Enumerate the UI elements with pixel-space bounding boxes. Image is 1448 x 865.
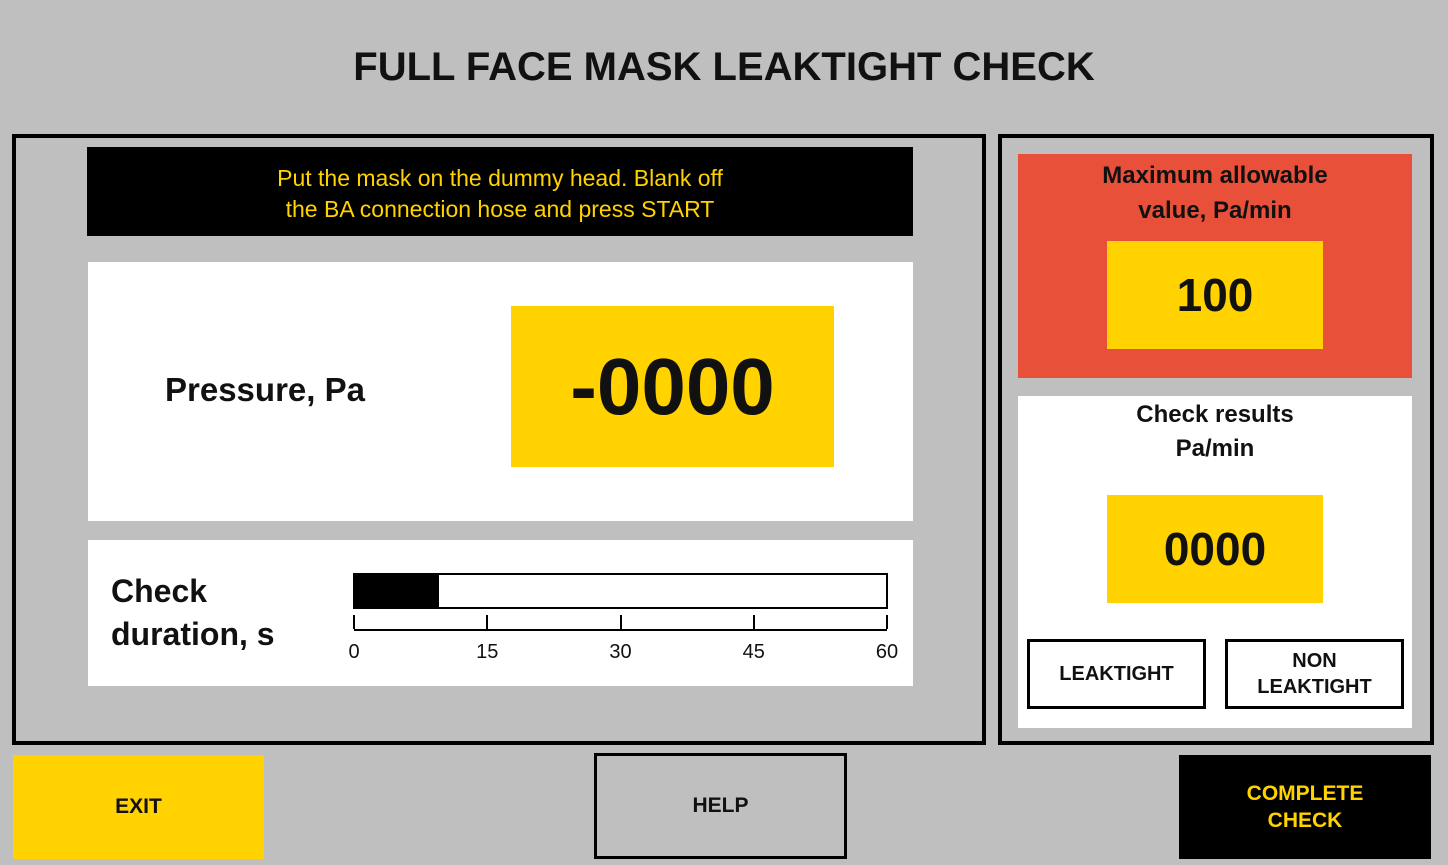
check-results-label-line-1: Check results [1136, 401, 1294, 428]
scale-tick-label: 15 [476, 641, 499, 663]
complete-check-label-line-1: COMPLETE [1246, 782, 1364, 805]
instruction-line-1: Put the mask on the dummy head. Blank of… [277, 165, 723, 191]
max-allowable-label: Maximum allowable value, Pa/min [1018, 158, 1412, 228]
non-leaktight-label-line-2: LEAKTIGHT [1257, 676, 1372, 698]
duration-display [88, 540, 913, 686]
scale-tick [619, 615, 622, 629]
scale-tick-label: 0 [348, 641, 360, 663]
scale-tick [886, 615, 888, 629]
scale-tick [752, 615, 755, 629]
scale-tick [353, 615, 355, 629]
scale-tick-label: 30 [609, 641, 632, 663]
duration-progress-bar [353, 573, 888, 609]
max-allowable-label-line-1: Maximum allowable [1102, 162, 1328, 189]
check-results-label-line-2: Pa/min [1175, 435, 1255, 462]
non-leaktight-button[interactable]: NON LEAKTIGHT [1225, 639, 1404, 709]
instruction-line-2: the BA connection hose and press START [285, 196, 715, 222]
leaktight-button[interactable]: LEAKTIGHT [1027, 639, 1206, 709]
max-allowable-value: 100 [1107, 241, 1323, 349]
non-leaktight-label-line-1: NON [1292, 650, 1337, 672]
scale-tick-label: 45 [742, 641, 765, 663]
pressure-label: Pressure, Pa [165, 371, 365, 408]
instruction-banner: Put the mask on the dummy head. Blank of… [87, 147, 913, 236]
duration-label-line-1: Check [111, 573, 208, 609]
complete-check-button[interactable]: COMPLETE CHECK [1179, 755, 1431, 859]
exit-button[interactable]: EXIT [13, 755, 264, 859]
complete-check-label-line-2: CHECK [1267, 809, 1343, 832]
max-allowable-label-line-2: value, Pa/min [1138, 197, 1292, 224]
duration-progress-fill [355, 575, 440, 607]
duration-label-line-2: duration, s [111, 616, 275, 652]
scale-tick [486, 615, 489, 629]
check-results-value: 0000 [1107, 495, 1323, 603]
pressure-value: -0000 [511, 306, 834, 467]
help-button[interactable]: HELP [594, 753, 847, 859]
page-title: FULL FACE MASK LEAKTIGHT CHECK [353, 45, 1095, 89]
check-results-label: Check results Pa/min [1018, 398, 1412, 466]
scale-tick-label: 60 [875, 641, 899, 663]
duration-scale-axis [354, 629, 887, 631]
